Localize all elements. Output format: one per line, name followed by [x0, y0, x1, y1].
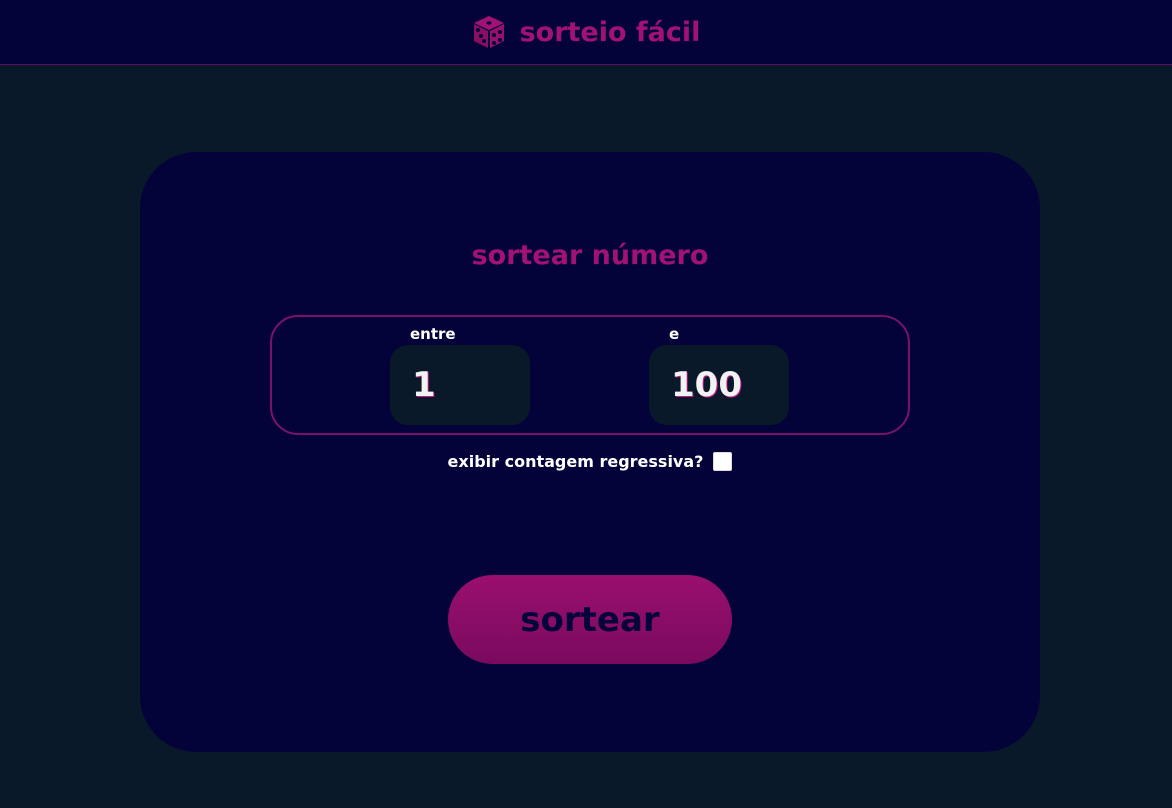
range-fieldset: entre e: [270, 315, 910, 435]
page-title: sortear número: [471, 240, 709, 271]
to-label: e: [669, 325, 680, 343]
countdown-checkbox[interactable]: [713, 452, 733, 471]
countdown-label: exibir contagem regressiva?: [447, 452, 704, 471]
from-number-input[interactable]: [390, 345, 530, 425]
from-label: entre: [410, 325, 456, 343]
countdown-option: exibir contagem regressiva?: [140, 452, 1040, 471]
app-header: sorteio fácil: [0, 0, 1172, 65]
draw-button[interactable]: sortear: [448, 575, 732, 664]
brand-title: sorteio fácil: [519, 16, 701, 48]
dice-icon: [473, 16, 504, 48]
to-number-input[interactable]: [649, 345, 789, 425]
draw-card: sortear número entre e exibir contagem r…: [140, 152, 1040, 752]
